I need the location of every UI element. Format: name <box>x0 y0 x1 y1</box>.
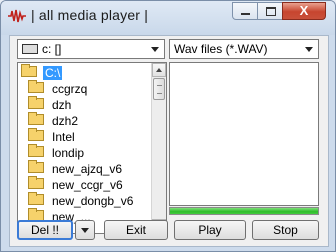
scroll-up-icon[interactable] <box>152 63 166 77</box>
list-item[interactable]: londip <box>28 144 85 161</box>
waveform-icon <box>8 9 26 23</box>
folder-icon <box>28 96 44 110</box>
exit-button[interactable]: Exit <box>104 220 168 240</box>
list-item[interactable]: dzh <box>28 96 72 113</box>
folder-label: Intel <box>52 129 75 144</box>
play-button[interactable]: Play <box>174 220 246 240</box>
folder-icon <box>28 128 44 142</box>
app-window: | all media player | X c: [] Wav files (… <box>0 0 336 252</box>
minimize-button[interactable] <box>232 2 258 20</box>
close-button[interactable]: X <box>282 2 326 20</box>
folder-label: ccgrzq <box>52 81 88 96</box>
folder-label: dzh <box>52 97 72 112</box>
folder-list-scrollbar[interactable] <box>151 63 166 233</box>
client-area: c: [] Wav files (*.WAV) C:\ ccgrzq dzh d… <box>9 35 329 247</box>
folder-label: new_ajzq_v6 <box>52 161 123 176</box>
chevron-down-icon[interactable] <box>147 40 164 58</box>
folder-icon <box>28 192 44 206</box>
file-type-value: Wav files (*.WAV) <box>174 42 268 56</box>
stop-button[interactable]: Stop <box>252 220 319 240</box>
delete-options-dropdown[interactable] <box>75 220 95 240</box>
folder-icon <box>28 112 44 126</box>
folder-label: new_ccgr_v6 <box>52 177 123 192</box>
folder-label: dzh2 <box>52 113 79 128</box>
folder-label: new_dongb_v6 <box>52 193 134 208</box>
scrollbar-thumb[interactable] <box>153 78 165 100</box>
drive-icon <box>22 43 38 54</box>
list-item[interactable]: new_dongb_v6 <box>28 192 134 209</box>
open-folder-icon <box>21 64 37 78</box>
progress-fill <box>170 208 318 214</box>
folder-icon <box>28 176 44 190</box>
folder-label: C:\ <box>43 65 63 80</box>
window-title: | all media player | <box>31 7 149 23</box>
close-icon: X <box>299 3 309 18</box>
list-item[interactable]: C:\ <box>21 64 63 81</box>
delete-button[interactable]: Del !! <box>17 220 73 240</box>
chevron-down-icon[interactable] <box>301 40 318 58</box>
folder-icon <box>28 144 44 158</box>
list-item[interactable]: new_ccgr_v6 <box>28 176 123 193</box>
drive-select[interactable]: c: [] <box>17 39 165 59</box>
file-list[interactable] <box>169 62 319 206</box>
list-item[interactable]: dzh2 <box>28 112 79 129</box>
file-type-select[interactable]: Wav files (*.WAV) <box>169 39 319 59</box>
folder-list[interactable]: C:\ ccgrzq dzh dzh2 Intel londip new_ajz… <box>17 62 167 234</box>
list-item[interactable]: ccgrzq <box>28 80 88 97</box>
folder-icon <box>28 80 44 94</box>
drive-value: c: [] <box>42 42 62 56</box>
list-item[interactable]: Intel <box>28 128 75 145</box>
list-item[interactable]: new_ajzq_v6 <box>28 160 123 177</box>
playback-progress-bar <box>169 207 319 215</box>
title-bar[interactable]: | all media player | X <box>1 1 335 35</box>
folder-label: londip <box>52 145 85 160</box>
folder-icon <box>28 160 44 174</box>
maximize-button[interactable] <box>257 2 283 20</box>
